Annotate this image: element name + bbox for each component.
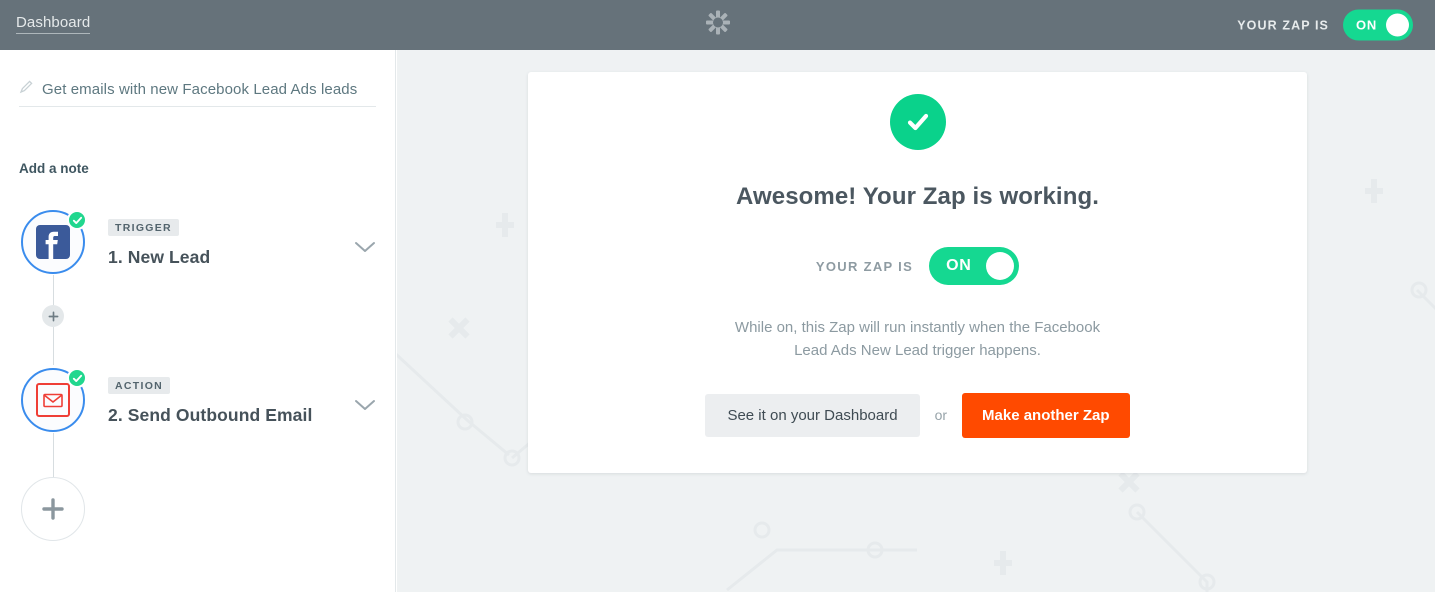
step-app-icon-email[interactable] — [21, 368, 87, 432]
zap-editor-sidebar: Get emails with new Facebook Lead Ads le… — [0, 50, 396, 592]
step-2-name[interactable]: 2. Send Outbound Email — [108, 405, 378, 426]
facebook-icon — [36, 225, 70, 259]
card-action-row: See it on your Dashboard or Make another… — [705, 392, 1130, 438]
zap-toggle-value-topbar: ON — [1356, 17, 1378, 33]
step-2-body: ACTION 2. Send Outbound Email — [108, 376, 378, 426]
step-app-icon-facebook[interactable] — [21, 210, 87, 274]
zap-on-off-toggle-card[interactable]: ON — [929, 247, 1020, 285]
pencil-icon[interactable] — [19, 80, 33, 99]
step-1-chevron-down-icon[interactable] — [354, 240, 376, 259]
step-status-check-icon — [67, 368, 87, 388]
add-step-inline-button[interactable] — [42, 305, 64, 327]
card-zap-state-label: YOUR ZAP IS — [815, 258, 914, 274]
or-separator-text: or — [934, 407, 948, 424]
success-description: While on, this Zap will run instantly wh… — [734, 319, 1101, 359]
step-1-body: TRIGGER 1. New Lead — [108, 218, 378, 268]
zap-success-card: Awesome! Your Zap is working. YOUR ZAP I… — [528, 72, 1307, 473]
make-another-zap-button[interactable]: Make another Zap — [962, 392, 1130, 438]
zap-on-off-toggle-topbar[interactable]: ON — [1343, 9, 1413, 41]
zap-title[interactable]: Get emails with new Facebook Lead Ads le… — [42, 81, 357, 98]
step-status-check-icon — [67, 210, 87, 230]
top-bar-zap-state-label: YOUR ZAP IS — [1237, 18, 1329, 32]
add-a-note-button[interactable]: Add a note — [19, 161, 89, 176]
top-bar-zap-toggle-group: YOUR ZAP IS ON — [1237, 9, 1413, 41]
email-envelope-icon — [36, 383, 70, 417]
step-2-chevron-down-icon[interactable] — [354, 398, 376, 417]
card-zap-toggle-group: YOUR ZAP IS ON — [815, 247, 1020, 285]
add-step-button[interactable] — [21, 477, 85, 541]
toggle-knob — [1386, 13, 1409, 37]
see-on-dashboard-button[interactable]: See it on your Dashboard — [705, 393, 920, 437]
zap-toggle-value-card: ON — [946, 257, 972, 274]
zap-title-row[interactable]: Get emails with new Facebook Lead Ads le… — [19, 80, 376, 107]
toggle-knob — [986, 252, 1015, 280]
top-bar: Dashboard YOUR ZAP IS ON — [0, 0, 1435, 50]
main-canvas: Awesome! Your Zap is working. YOUR ZAP I… — [397, 50, 1435, 592]
zapier-asterisk-logo-icon[interactable] — [705, 10, 731, 41]
step-kind-badge-trigger: TRIGGER — [108, 219, 179, 236]
success-heading: Awesome! Your Zap is working. — [736, 183, 1099, 210]
breadcrumb: Dashboard — [16, 14, 91, 34]
dashboard-link[interactable]: Dashboard — [16, 14, 91, 34]
step-1-name[interactable]: 1. New Lead — [108, 247, 378, 268]
step-kind-badge-action: ACTION — [108, 377, 171, 394]
success-check-circle-icon — [889, 94, 946, 150]
